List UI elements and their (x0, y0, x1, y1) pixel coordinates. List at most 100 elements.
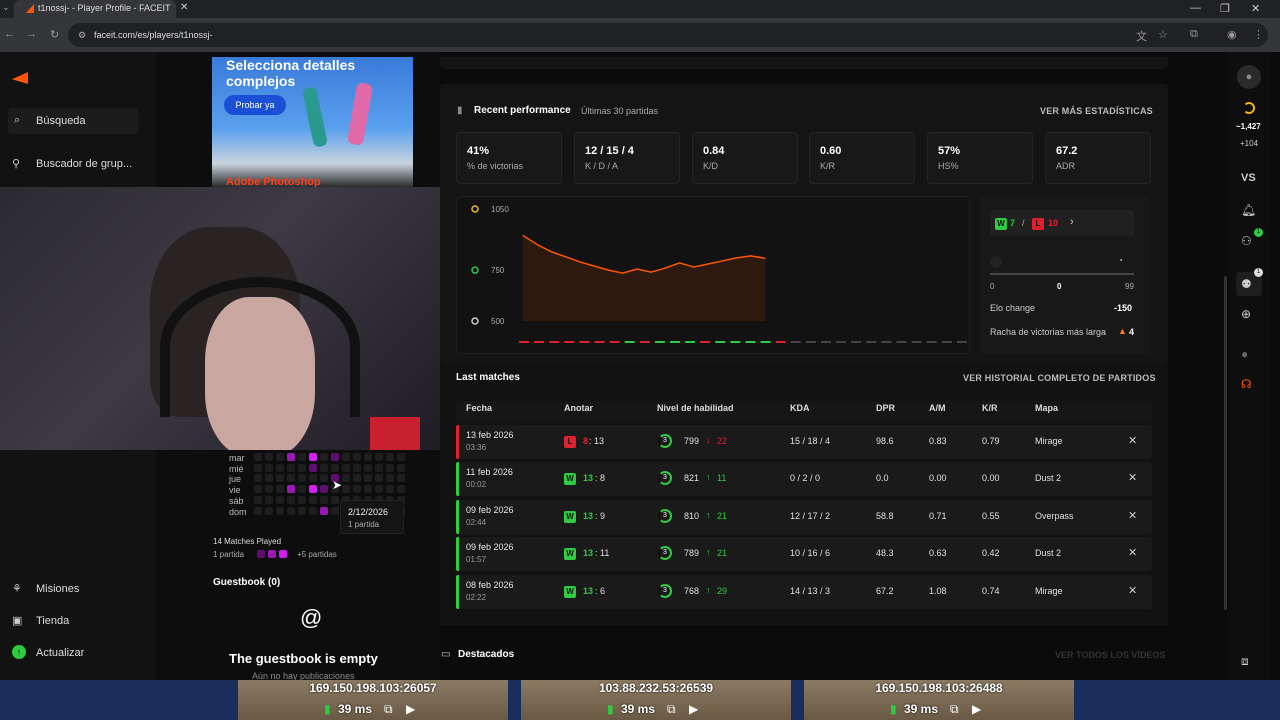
more-stats-link[interactable]: VER MÁS ESTADÍSTICAS (1040, 106, 1153, 116)
heatmap-cell[interactable] (342, 474, 350, 483)
table-row[interactable]: 08 feb 2026 02:22 W 13 : 6 3 768 ↑ 29 14… (456, 574, 1152, 609)
heatmap-cell[interactable] (298, 485, 306, 494)
forward-icon[interactable]: → (26, 28, 37, 40)
heatmap-cell[interactable] (320, 495, 328, 504)
collapse-panel-icon[interactable]: ⧈ (1241, 654, 1249, 669)
heatmap-cell[interactable] (320, 463, 328, 472)
copy-icon[interactable]: ⧉ (384, 702, 393, 717)
heatmap-cell[interactable] (364, 453, 372, 461)
heatmap-cell[interactable] (265, 453, 273, 461)
heatmap-cell[interactable] (353, 485, 361, 494)
heatmap-cell[interactable] (353, 474, 361, 483)
friends-icon[interactable]: ⚇ (1241, 234, 1252, 248)
heatmap-cell[interactable] (331, 495, 339, 504)
elo-point[interactable] (536, 244, 538, 246)
elo-point[interactable] (593, 265, 595, 267)
heatmap-cell[interactable] (320, 506, 328, 515)
maximize-icon[interactable]: ❐ (1220, 2, 1230, 15)
match-details-icon[interactable]: ✕ (1128, 584, 1137, 597)
result-segment[interactable] (956, 341, 967, 343)
table-row[interactable]: 13 feb 2026 03:36 L 8 : 13 3 799 ↓ 22 15… (456, 425, 1152, 459)
play-icon[interactable]: ▶ (689, 702, 698, 716)
heatmap-cell[interactable] (276, 474, 284, 483)
heatmap-cell[interactable] (364, 485, 372, 494)
user-avatar[interactable]: ● (1237, 65, 1261, 89)
add-icon[interactable]: ⊕ (1241, 307, 1251, 321)
elo-point[interactable] (622, 272, 624, 274)
heatmap-cell[interactable] (386, 485, 394, 494)
heatmap-cell[interactable] (254, 463, 262, 472)
heatmap-cell[interactable] (375, 453, 383, 461)
heatmap-cell[interactable] (254, 474, 262, 483)
heatmap-cell[interactable] (375, 474, 383, 483)
elo-point[interactable] (693, 266, 695, 268)
heatmap-cell[interactable] (386, 463, 394, 472)
chevron-right-icon[interactable]: › (1070, 216, 1074, 228)
result-segment[interactable] (594, 341, 605, 343)
heatmap-cell[interactable] (320, 453, 328, 461)
close-tab-icon[interactable]: ✕ (180, 2, 188, 13)
heatmap-cell[interactable] (287, 506, 295, 515)
heatmap-cell[interactable] (309, 506, 317, 515)
ad-button[interactable]: Probar ya (224, 95, 286, 115)
heatmap-cell[interactable] (342, 463, 350, 472)
heatmap-cell[interactable] (287, 495, 295, 504)
result-segment[interactable] (790, 341, 801, 343)
heatmap-cell[interactable] (364, 474, 372, 483)
elo-point[interactable] (650, 271, 652, 273)
elo-point[interactable] (522, 234, 524, 237)
tab-list-icon[interactable]: ⌄ (2, 2, 10, 13)
heatmap-cell[interactable] (254, 485, 262, 494)
result-segment[interactable] (866, 341, 877, 343)
elo-point[interactable] (607, 269, 610, 271)
heatmap-cell[interactable] (276, 463, 284, 472)
elo-point[interactable] (764, 257, 766, 259)
heatmap-cell[interactable] (331, 463, 339, 472)
notifications-icon[interactable]: 🔔︎ (1241, 203, 1256, 217)
advertisement[interactable]: Selecciona detalles complejos Probar ya … (212, 57, 413, 187)
elo-point[interactable] (579, 261, 581, 263)
heatmap-cell[interactable] (397, 485, 405, 494)
result-segment[interactable] (639, 341, 650, 343)
elo-point[interactable] (721, 260, 723, 262)
heatmap-cell[interactable] (397, 474, 405, 483)
result-segment[interactable] (700, 341, 711, 343)
result-segment[interactable] (821, 341, 831, 343)
window-close-icon[interactable]: ✕ (1251, 2, 1260, 15)
heatmap-cell[interactable] (320, 474, 328, 483)
play-icon[interactable]: ▶ (406, 702, 415, 716)
heatmap-cell[interactable] (298, 495, 306, 504)
heatmap-cell[interactable] (298, 453, 306, 461)
heatmap-cell[interactable] (375, 463, 383, 472)
translate-icon[interactable]: 文 (1136, 28, 1147, 44)
heatmap-cell[interactable] (254, 506, 262, 515)
browser-menu-icon[interactable]: ⋮ (1253, 28, 1264, 41)
all-videos-link[interactable]: VER TODOS LOS VÍDEOS (1055, 650, 1165, 660)
elo-point[interactable] (565, 256, 567, 258)
match-details-icon[interactable]: ✕ (1128, 509, 1137, 522)
result-segment[interactable] (715, 341, 726, 343)
elo-point[interactable] (750, 255, 752, 257)
heatmap-cell[interactable] (265, 485, 273, 494)
result-segment[interactable] (534, 341, 545, 343)
site-info-icon[interactable]: ⚙ (78, 30, 86, 41)
back-icon[interactable]: ← (4, 28, 15, 40)
url-field[interactable]: faceit.com/es/players/t1nossj- (68, 23, 1268, 47)
heatmap-cell[interactable] (320, 485, 328, 494)
heatmap-cell[interactable] (254, 453, 262, 461)
result-segment[interactable] (685, 341, 696, 343)
result-segment[interactable] (881, 341, 892, 343)
sidebar-item-update[interactable]: Actualizar (36, 647, 84, 659)
heatmap-cell[interactable] (309, 474, 317, 483)
match-details-icon[interactable]: ✕ (1128, 546, 1137, 559)
elo-point[interactable] (678, 262, 681, 264)
result-segment[interactable] (564, 341, 575, 343)
result-segment[interactable] (941, 341, 952, 343)
result-segment[interactable] (775, 341, 786, 343)
sidebar-item-group-finder[interactable]: Buscador de grup... (36, 158, 132, 170)
result-segment[interactable] (549, 341, 560, 343)
profile-icon[interactable]: ◉ (1227, 28, 1237, 41)
table-row[interactable]: 09 feb 2026 01:57 W 13 : 11 3 789 ↑ 21 1… (456, 537, 1152, 572)
heatmap-cell[interactable] (397, 463, 405, 472)
heatmap-cell[interactable] (298, 474, 306, 483)
